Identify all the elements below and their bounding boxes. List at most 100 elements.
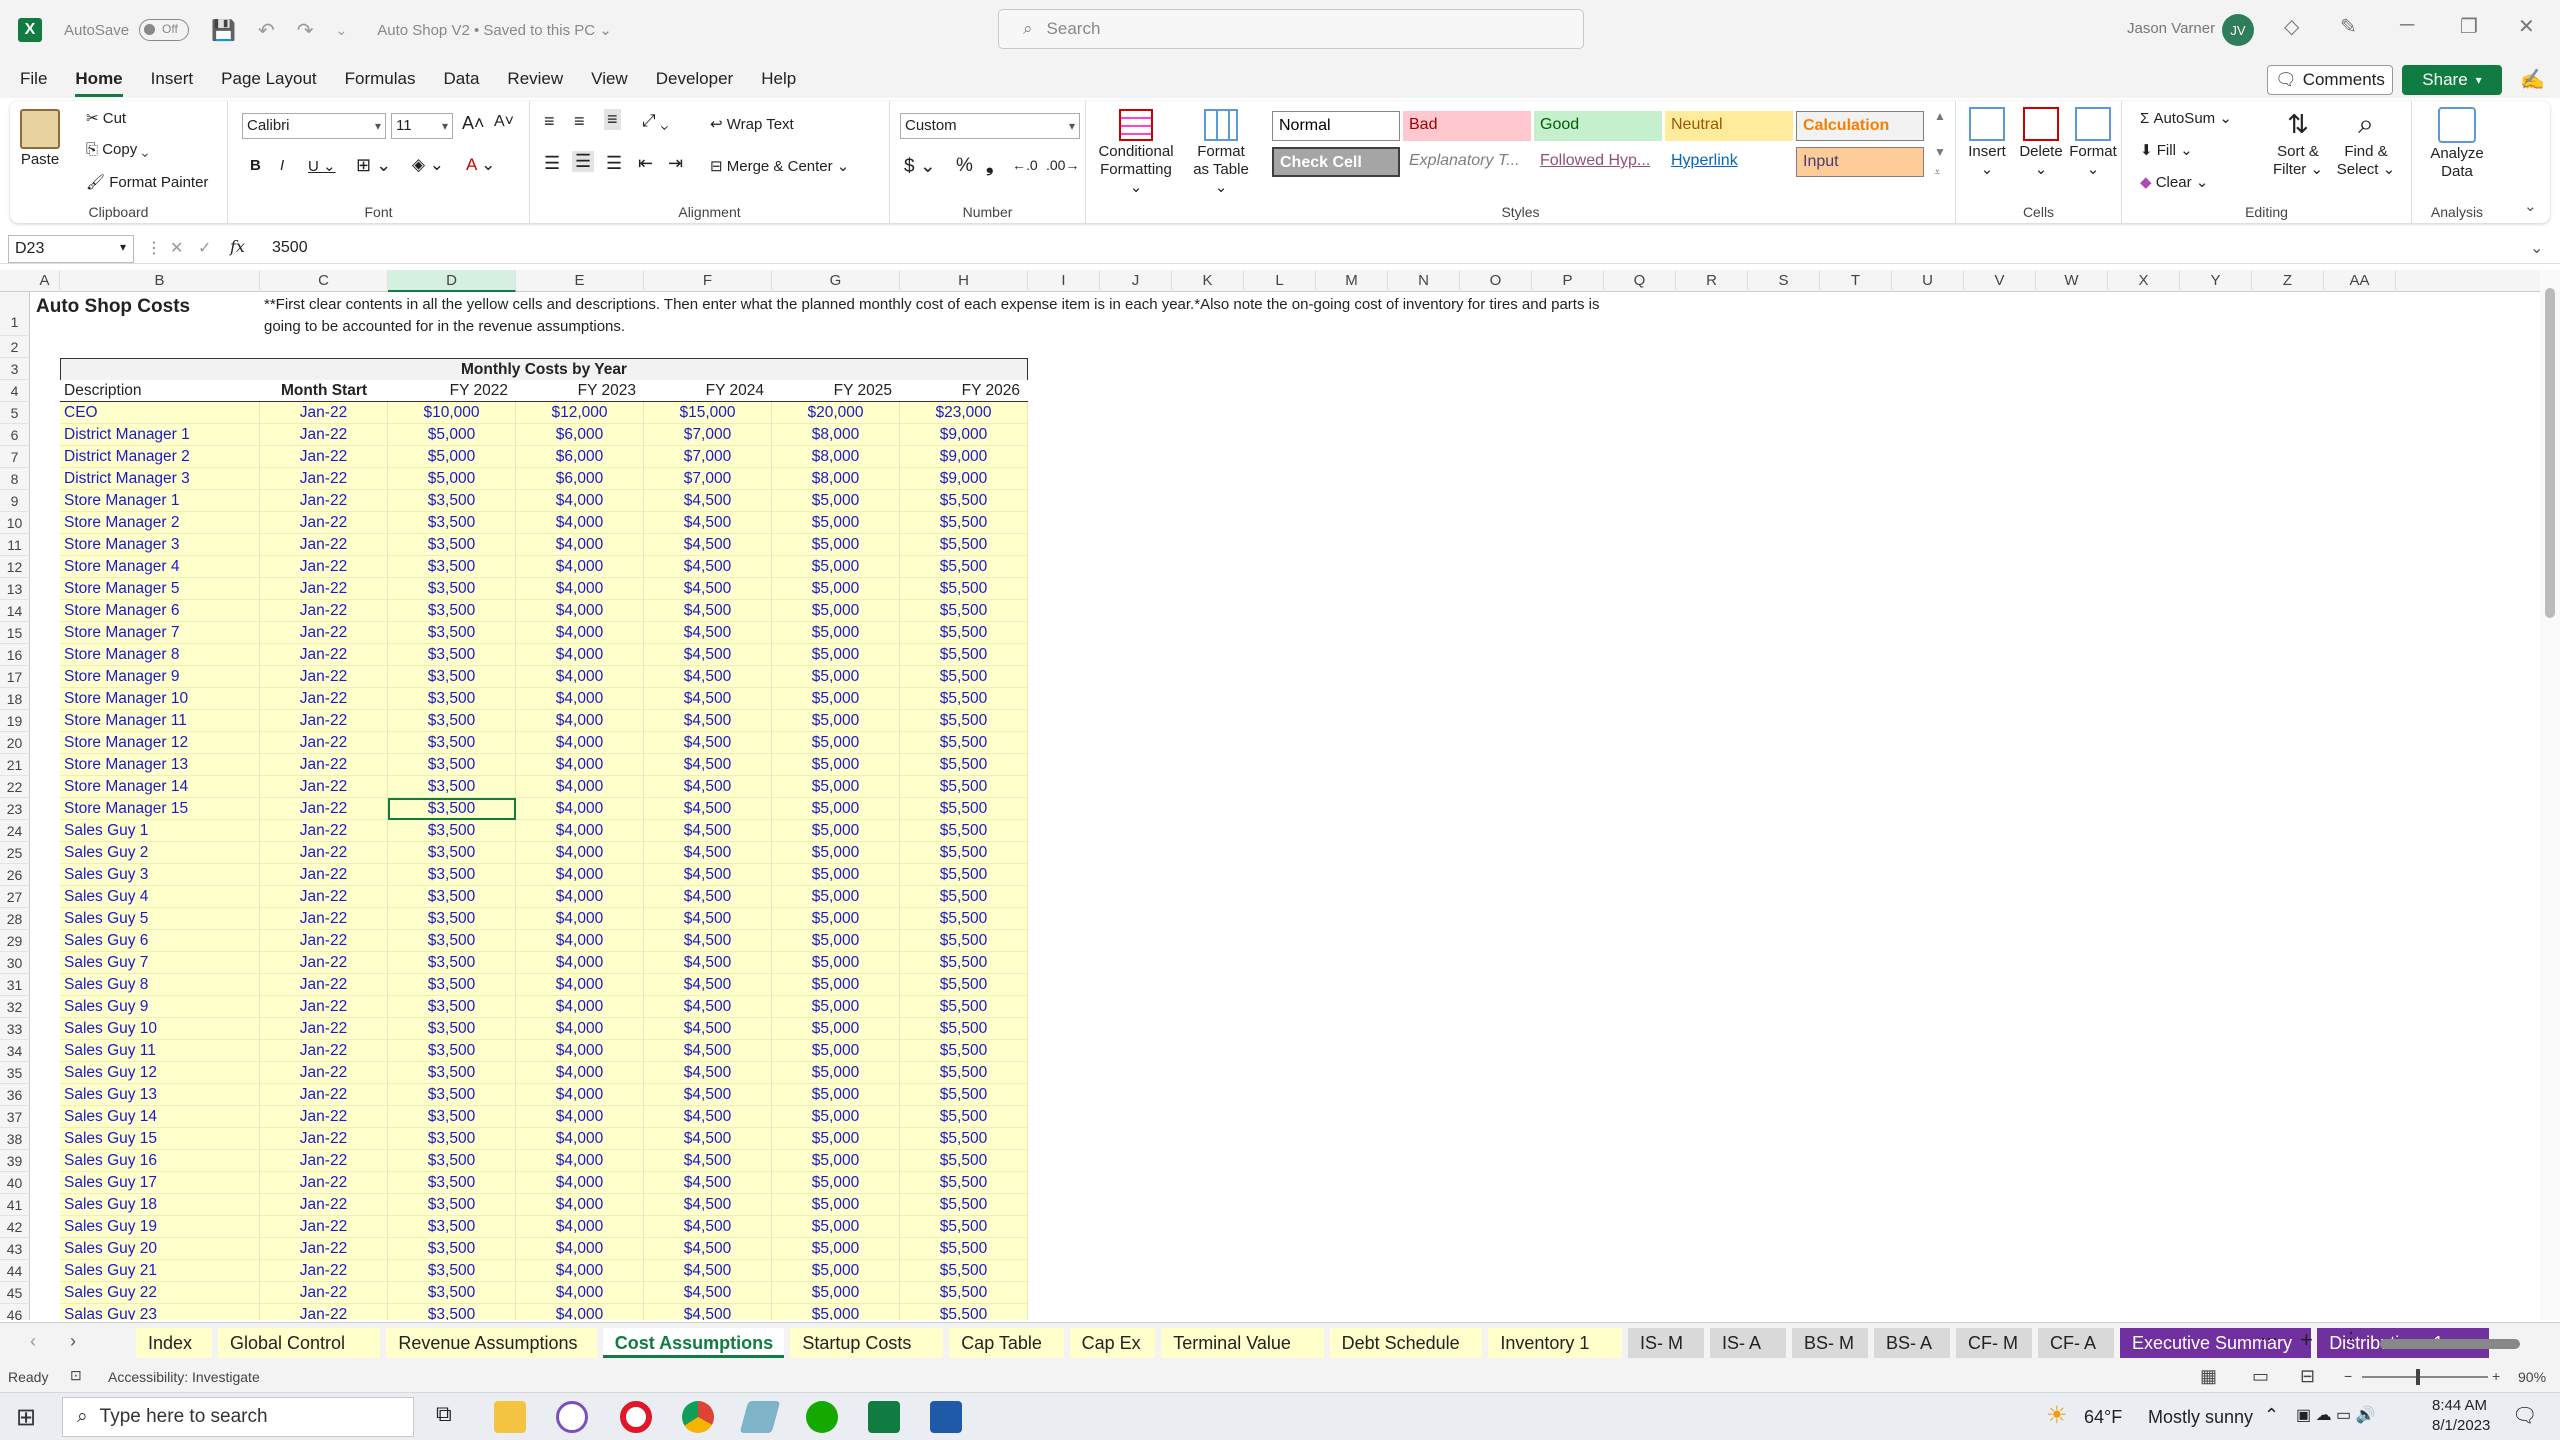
value-cell-fy2023[interactable]: $4,000	[516, 1172, 644, 1194]
row-number-33[interactable]: 33	[0, 1018, 30, 1040]
description-cell[interactable]: Sales Guy 2	[60, 842, 260, 864]
month-start-cell[interactable]: Jan-22	[260, 974, 388, 996]
value-cell-fy2023[interactable]: $4,000	[516, 1106, 644, 1128]
value-cell-fy2026[interactable]: $5,500	[900, 1238, 1028, 1260]
excel-taskbar-icon[interactable]	[868, 1401, 900, 1433]
month-start-cell[interactable]: Jan-22	[260, 1128, 388, 1150]
month-start-cell[interactable]: Jan-22	[260, 776, 388, 798]
value-cell-fy2023[interactable]: $4,000	[516, 798, 644, 820]
value-cell-fy2025[interactable]: $5,000	[772, 1282, 900, 1304]
value-cell-fy2024[interactable]: $4,500	[644, 1282, 772, 1304]
value-cell-fy2024[interactable]: $4,500	[644, 1062, 772, 1084]
tray-chevron-icon[interactable]: ⌃	[2264, 1405, 2279, 1426]
chrome-icon[interactable]	[682, 1401, 714, 1433]
value-cell-fy2023[interactable]: $4,000	[516, 512, 644, 534]
description-cell[interactable]: Sales Guy 22	[60, 1282, 260, 1304]
file-explorer-icon[interactable]	[494, 1401, 526, 1433]
menu-formulas[interactable]: Formulas	[345, 69, 416, 89]
value-cell-fy2026[interactable]: $5,500	[900, 754, 1028, 776]
decrease-font-icon[interactable]: A˅	[494, 113, 514, 131]
share-button[interactable]: Share ▾	[2402, 65, 2502, 95]
month-start-cell[interactable]: Jan-22	[260, 732, 388, 754]
clear-button[interactable]: ◆ Clear ⌄	[2140, 173, 2208, 191]
format-cells-button[interactable]: Format ⌄	[2068, 107, 2118, 178]
normal-view-icon[interactable]: ▦	[2200, 1366, 2217, 1387]
value-cell-fy2025[interactable]: $5,000	[772, 886, 900, 908]
value-cell-fy2023[interactable]: $4,000	[516, 996, 644, 1018]
restore-icon[interactable]: ❐	[2460, 14, 2478, 39]
photos-icon[interactable]	[930, 1401, 962, 1433]
value-cell-fy2026[interactable]: $5,500	[900, 776, 1028, 798]
value-cell-fy2026[interactable]: $5,500	[900, 864, 1028, 886]
tray-icons[interactable]: ▣ ☁ ▭ 🔊	[2296, 1405, 2376, 1425]
value-cell-fy2022[interactable]: $3,500	[388, 1018, 516, 1040]
value-cell-fy2023[interactable]: $4,000	[516, 842, 644, 864]
value-cell-fy2026[interactable]: $5,500	[900, 688, 1028, 710]
sort-filter-button[interactable]: ⇅ Sort & Filter ⌄	[2268, 107, 2328, 179]
value-cell-fy2025[interactable]: $5,000	[772, 1260, 900, 1282]
sheet-tab-executive-summary[interactable]: Executive Summary	[2120, 1328, 2312, 1358]
description-cell[interactable]: Sales Guy 3	[60, 864, 260, 886]
copy-button[interactable]: ⎘ Copy ⌄	[86, 141, 148, 158]
value-cell-fy2025[interactable]: $5,000	[772, 798, 900, 820]
pen-icon[interactable]: ✎	[2340, 14, 2357, 39]
row-number-46[interactable]: 46	[0, 1304, 30, 1320]
value-cell-fy2022[interactable]: $3,500	[388, 622, 516, 644]
month-start-cell[interactable]: Jan-22	[260, 600, 388, 622]
upwork-icon[interactable]	[806, 1401, 838, 1433]
value-cell-fy2022[interactable]: $3,500	[388, 1194, 516, 1216]
value-cell-fy2023[interactable]: $4,000	[516, 644, 644, 666]
value-cell-fy2023[interactable]: $4,000	[516, 534, 644, 556]
description-cell[interactable]: District Manager 3	[60, 468, 260, 490]
value-cell-fy2026[interactable]: $5,500	[900, 600, 1028, 622]
value-cell-fy2022[interactable]: $3,500	[388, 996, 516, 1018]
value-cell-fy2022[interactable]: $3,500	[388, 1128, 516, 1150]
month-start-cell[interactable]: Jan-22	[260, 1018, 388, 1040]
description-cell[interactable]: Sales Guy 7	[60, 952, 260, 974]
value-cell-fy2025[interactable]: $5,000	[772, 776, 900, 798]
row-number-34[interactable]: 34	[0, 1040, 30, 1062]
value-cell-fy2024[interactable]: $4,500	[644, 798, 772, 820]
weather-temp[interactable]: 64°F	[2084, 1407, 2122, 1428]
instruction-note-line2[interactable]: going to be accounted for in the revenue…	[264, 316, 625, 338]
value-cell-fy2026[interactable]: $5,500	[900, 996, 1028, 1018]
value-cell-fy2025[interactable]: $5,000	[772, 490, 900, 512]
row-number-9[interactable]: 9	[0, 490, 30, 512]
value-cell-fy2022[interactable]: $10,000	[388, 402, 516, 424]
month-start-cell[interactable]: Jan-22	[260, 578, 388, 600]
value-cell-fy2023[interactable]: $4,000	[516, 776, 644, 798]
value-cell-fy2023[interactable]: $6,000	[516, 468, 644, 490]
value-cell-fy2025[interactable]: $5,000	[772, 864, 900, 886]
value-cell-fy2026[interactable]: $5,500	[900, 798, 1028, 820]
collapse-ribbon-icon[interactable]: ⌄	[2524, 197, 2537, 215]
value-cell-fy2026[interactable]: $9,000	[900, 424, 1028, 446]
row-number-40[interactable]: 40	[0, 1172, 30, 1194]
row-number-14[interactable]: 14	[0, 600, 30, 622]
row-number-44[interactable]: 44	[0, 1260, 30, 1282]
value-cell-fy2025[interactable]: $5,000	[772, 1018, 900, 1040]
currency-icon[interactable]: $ ⌄	[904, 155, 936, 178]
value-cell-fy2022[interactable]: $3,500	[388, 930, 516, 952]
month-start-cell[interactable]: Jan-22	[260, 908, 388, 930]
format-painter-button[interactable]: 🖌 Format Painter	[86, 173, 208, 191]
increase-decimal-icon[interactable]: ←.0	[1012, 157, 1038, 173]
value-cell-fy2023[interactable]: $4,000	[516, 710, 644, 732]
gallery-down-icon[interactable]: ▼	[1934, 145, 1946, 159]
month-start-cell[interactable]: Jan-22	[260, 490, 388, 512]
value-cell-fy2023[interactable]: $6,000	[516, 446, 644, 468]
row-number-45[interactable]: 45	[0, 1282, 30, 1304]
cancel-icon[interactable]: ✕	[170, 238, 183, 258]
value-cell-fy2022[interactable]: $3,500	[388, 512, 516, 534]
month-start-cell[interactable]: Jan-22	[260, 446, 388, 468]
value-cell-fy2023[interactable]: $4,000	[516, 930, 644, 952]
value-cell-fy2022[interactable]: $3,500	[388, 490, 516, 512]
month-start-cell[interactable]: Jan-22	[260, 820, 388, 842]
style-bad[interactable]: Bad	[1403, 111, 1531, 141]
row-number-3[interactable]: 3	[0, 358, 30, 380]
description-cell[interactable]: Sales Guy 10	[60, 1018, 260, 1040]
row-number-25[interactable]: 25	[0, 842, 30, 864]
value-cell-fy2025[interactable]: $5,000	[772, 754, 900, 776]
month-start-cell[interactable]: Jan-22	[260, 1040, 388, 1062]
row-number-31[interactable]: 31	[0, 974, 30, 996]
row-number-26[interactable]: 26	[0, 864, 30, 886]
